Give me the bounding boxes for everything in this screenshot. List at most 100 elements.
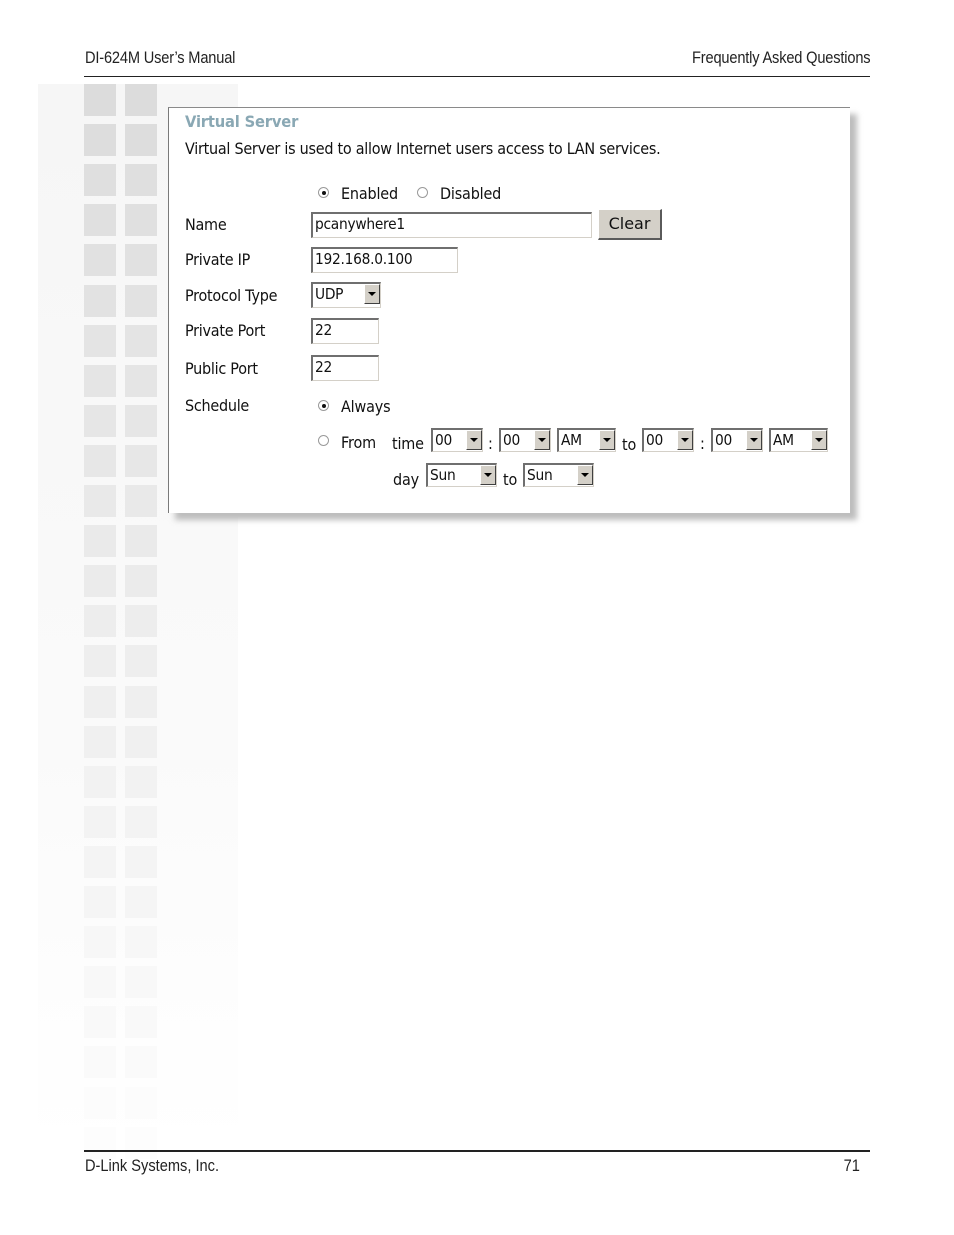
schedule-from-radio[interactable] [318, 435, 329, 446]
decor-square [84, 725, 116, 758]
start-day-value: Sun [430, 466, 456, 484]
panel-description: Virtual Server is used to allow Internet… [185, 139, 661, 158]
chevron-down-icon[interactable] [364, 284, 380, 304]
decor-square [125, 1006, 157, 1039]
decor-square [125, 765, 157, 798]
decor-square [125, 886, 157, 918]
protocol-type-select[interactable]: UDP [311, 282, 381, 308]
private-ip-input[interactable]: 192.168.0.100 [311, 247, 458, 273]
panel-title: Virtual Server [185, 112, 299, 131]
schedule-always-label: Always [341, 397, 391, 416]
decor-square [125, 1046, 157, 1079]
time-to-label: to [622, 435, 637, 454]
header-section-title: Frequently Asked Questions [691, 48, 871, 67]
chevron-down-icon[interactable] [746, 430, 762, 450]
time-label: time [392, 434, 424, 453]
time-colon-2: : [700, 434, 705, 453]
footer-rule [84, 1150, 870, 1152]
chevron-down-icon[interactable] [466, 430, 482, 450]
decor-square [125, 685, 157, 718]
private-port-input[interactable]: 22 [311, 318, 379, 344]
decor-square [84, 444, 116, 477]
decor-square [84, 966, 116, 999]
decor-square [125, 725, 157, 758]
end-ampm-select[interactable]: AM [769, 428, 828, 452]
start-hour-value: 00 [435, 431, 453, 449]
end-day-value: Sun [527, 466, 553, 484]
decor-square [125, 244, 157, 277]
decor-square [84, 845, 116, 878]
decor-square [84, 805, 116, 838]
decor-square [125, 1086, 157, 1119]
disabled-label: Disabled [440, 184, 502, 203]
day-label: day [393, 470, 419, 489]
end-day-select[interactable]: Sun [523, 463, 594, 487]
start-day-select[interactable]: Sun [426, 463, 497, 487]
decor-square [125, 565, 157, 598]
decor-square [84, 1006, 116, 1039]
decor-square [84, 886, 116, 918]
decor-square [125, 926, 157, 959]
end-hour-select[interactable]: 00 [642, 428, 694, 452]
start-hour-select[interactable]: 00 [431, 428, 483, 452]
decor-square [84, 605, 116, 638]
decor-square [125, 124, 157, 157]
decor-square [125, 485, 157, 517]
decor-square [84, 244, 116, 277]
decor-square [125, 605, 157, 638]
name-input-value: pcanywhere1 [315, 215, 405, 233]
disabled-radio[interactable] [417, 187, 428, 198]
clear-button[interactable]: Clear [598, 209, 662, 240]
decor-square [125, 284, 157, 317]
decor-square [84, 1086, 116, 1119]
start-ampm-value: AM [561, 431, 582, 449]
end-ampm-value: AM [773, 431, 794, 449]
protocol-type-value: UDP [315, 285, 344, 303]
enabled-label: Enabled [341, 184, 398, 203]
virtual-server-panel: Virtual Server Virtual Server is used to… [168, 107, 850, 513]
decor-square [84, 164, 116, 197]
start-minute-select[interactable]: 00 [499, 428, 551, 452]
decor-square [84, 364, 116, 397]
decor-square [84, 1126, 116, 1159]
public-port-value: 22 [315, 358, 333, 376]
chevron-down-icon[interactable] [811, 430, 827, 450]
decor-square [125, 324, 157, 357]
public-port-input[interactable]: 22 [311, 355, 379, 381]
chevron-down-icon[interactable] [480, 465, 496, 485]
private-ip-label: Private IP [185, 250, 251, 269]
decor-square [125, 1126, 157, 1159]
decor-square [84, 284, 116, 317]
decor-square [84, 1046, 116, 1079]
day-to-label: to [503, 470, 518, 489]
decor-square [84, 926, 116, 959]
private-port-value: 22 [315, 321, 333, 339]
time-colon: : [488, 434, 493, 453]
name-input[interactable]: pcanywhere1 [311, 212, 592, 238]
decor-square [125, 525, 157, 558]
header-rule [84, 76, 870, 77]
decor-square [125, 364, 157, 397]
chevron-down-icon[interactable] [677, 430, 693, 450]
schedule-from-label: From [341, 433, 376, 452]
header-manual-title: DI-624M User’s Manual [85, 48, 236, 67]
decor-square [125, 84, 157, 116]
end-minute-select[interactable]: 00 [711, 428, 763, 452]
decor-square [84, 404, 116, 437]
page-number: 71 [843, 1156, 860, 1175]
decor-square [125, 845, 157, 878]
decor-square [84, 124, 116, 157]
decor-square [84, 204, 116, 237]
decor-square [125, 204, 157, 237]
chevron-down-icon[interactable] [534, 430, 550, 450]
chevron-down-icon[interactable] [577, 465, 593, 485]
name-label: Name [185, 215, 227, 234]
start-ampm-select[interactable]: AM [557, 428, 616, 452]
schedule-label: Schedule [185, 396, 250, 415]
decor-square [84, 645, 116, 678]
decor-square [84, 685, 116, 718]
schedule-always-radio[interactable] [318, 400, 329, 411]
protocol-type-label: Protocol Type [185, 286, 278, 305]
chevron-down-icon[interactable] [599, 430, 615, 450]
enabled-radio[interactable] [318, 187, 329, 198]
